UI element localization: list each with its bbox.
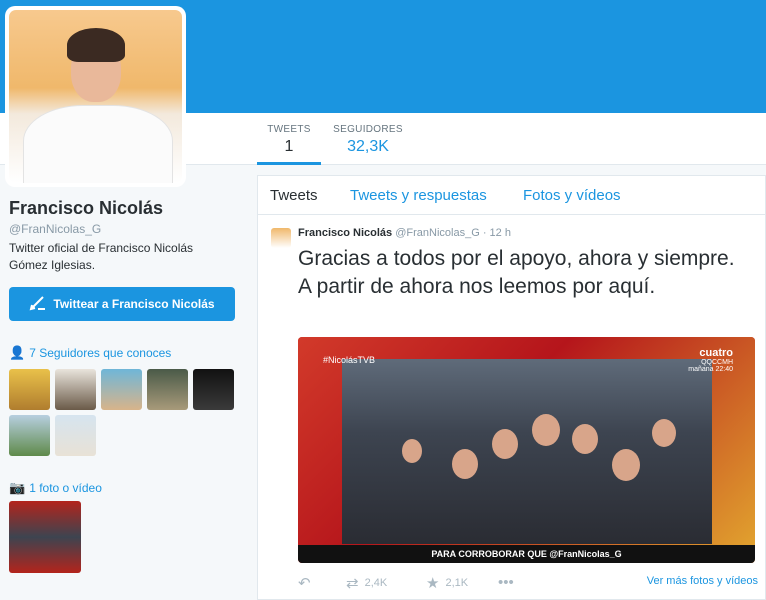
profile-name[interactable]: Francisco Nicolás — [9, 198, 163, 219]
camera-icon: 📷 — [9, 480, 26, 495]
follower-thumb-2[interactable] — [55, 369, 96, 410]
media-person — [612, 449, 640, 481]
follower-thumb-3[interactable] — [101, 369, 142, 410]
tweet-text: Gracias a todos por el apoyo, ahora y si… — [298, 247, 735, 298]
favorite-count: 2,1K — [445, 577, 469, 589]
follower-thumb-6[interactable] — [9, 415, 50, 456]
tweet-author-handle[interactable]: @FranNicolas_G — [395, 227, 480, 239]
profile-bio: Twitter oficial de Francisco Nicolás Góm… — [9, 241, 194, 272]
media-count-label: 1 foto o vídeo — [29, 481, 102, 495]
reply-icon: ↶ — [298, 575, 311, 592]
tweet-header: Francisco Nicolás @FranNicolas_G · 12 h — [298, 227, 511, 239]
tab-tweets[interactable]: Tweets — [270, 187, 318, 204]
channel-logo-main: cuatro — [699, 347, 733, 359]
more-button[interactable]: ••• — [498, 574, 514, 591]
nav-tweets[interactable]: TWEETS 1 — [257, 113, 321, 165]
channel-logo-time: mañana 22:40 — [688, 366, 733, 373]
tweet-avatar[interactable] — [271, 228, 291, 248]
media-link[interactable]: 📷 1 foto o vídeo — [9, 480, 102, 496]
compose-icon — [29, 295, 47, 314]
more-icon: ••• — [498, 574, 514, 591]
nav-tweets-count: 1 — [284, 138, 294, 155]
avatar-hair — [67, 28, 125, 62]
reply-button[interactable]: ↶ — [298, 574, 311, 592]
follower-thumb-4[interactable] — [147, 369, 188, 410]
media-person — [532, 414, 560, 446]
retweet-icon: ⇄ — [346, 575, 359, 592]
nav-tweets-label: TWEETS — [267, 124, 311, 135]
media-person — [452, 449, 478, 479]
retweet-button[interactable]: ⇄ 2,4K — [346, 574, 387, 592]
more-media-link[interactable]: Ver más fotos y vídeos — [647, 575, 758, 587]
profile-handle[interactable]: @FranNicolas_G — [9, 222, 101, 236]
tweet-timestamp[interactable]: · 12 h — [483, 227, 511, 239]
followers-you-know-link[interactable]: 👤 7 Seguidores que conoces — [9, 345, 171, 361]
nav-followers-label: SEGUIDORES — [333, 124, 403, 135]
person-icon: 👤 — [9, 345, 26, 360]
timeline-tabs: Tweets Tweets y respuestas Fotos y vídeo… — [258, 176, 766, 215]
media-person — [402, 439, 422, 463]
tweet-actions: ↶ ⇄ 2,4K ★ 2,1K ••• Ver más fotos y víde… — [298, 574, 758, 594]
tweet-media[interactable]: #NicolásTVB cuatro QQCCMH mañana 22:40 P… — [298, 337, 755, 563]
tweet[interactable]: Francisco Nicolás @FranNicolas_G · 12 h … — [258, 215, 766, 600]
tweet-to-label: Twittear a Francisco Nicolás — [53, 297, 215, 311]
media-hashtag: #NicolásTVB — [323, 355, 376, 365]
tab-photos-videos[interactable]: Fotos y vídeos — [523, 187, 621, 204]
followers-you-know-label: 7 Seguidores que conoces — [29, 346, 172, 360]
nav-followers[interactable]: SEGUIDORES 32,3K — [330, 113, 406, 165]
avatar-shirt — [23, 105, 173, 183]
media-photo — [342, 359, 712, 544]
follower-thumb-5[interactable] — [193, 369, 234, 410]
avatar-image — [9, 10, 182, 183]
tweet-author-name[interactable]: Francisco Nicolás — [298, 227, 392, 239]
media-thumb[interactable] — [9, 501, 81, 573]
nav-followers-count: 32,3K — [347, 138, 389, 155]
media-person — [652, 419, 676, 447]
media-channel-logo: cuatro QQCCMH mañana 22:40 — [688, 347, 733, 373]
timeline: Tweets Tweets y respuestas Fotos y vídeo… — [257, 175, 766, 600]
tweet-to-button[interactable]: Twittear a Francisco Nicolás — [9, 287, 235, 321]
media-person — [492, 429, 518, 459]
media-person — [572, 424, 598, 454]
follower-thumb-7[interactable] — [55, 415, 96, 456]
channel-logo-sub: QQCCMH — [701, 359, 733, 366]
tab-tweets-replies[interactable]: Tweets y respuestas — [350, 187, 487, 204]
retweet-count: 2,4K — [364, 577, 388, 589]
profile-avatar[interactable] — [5, 6, 186, 187]
media-caption: PARA CORROBORAR QUE @FranNicolas_G — [298, 545, 755, 563]
follower-thumb-1[interactable] — [9, 369, 50, 410]
favorite-button[interactable]: ★ 2,1K — [426, 574, 468, 592]
star-icon: ★ — [426, 575, 440, 592]
